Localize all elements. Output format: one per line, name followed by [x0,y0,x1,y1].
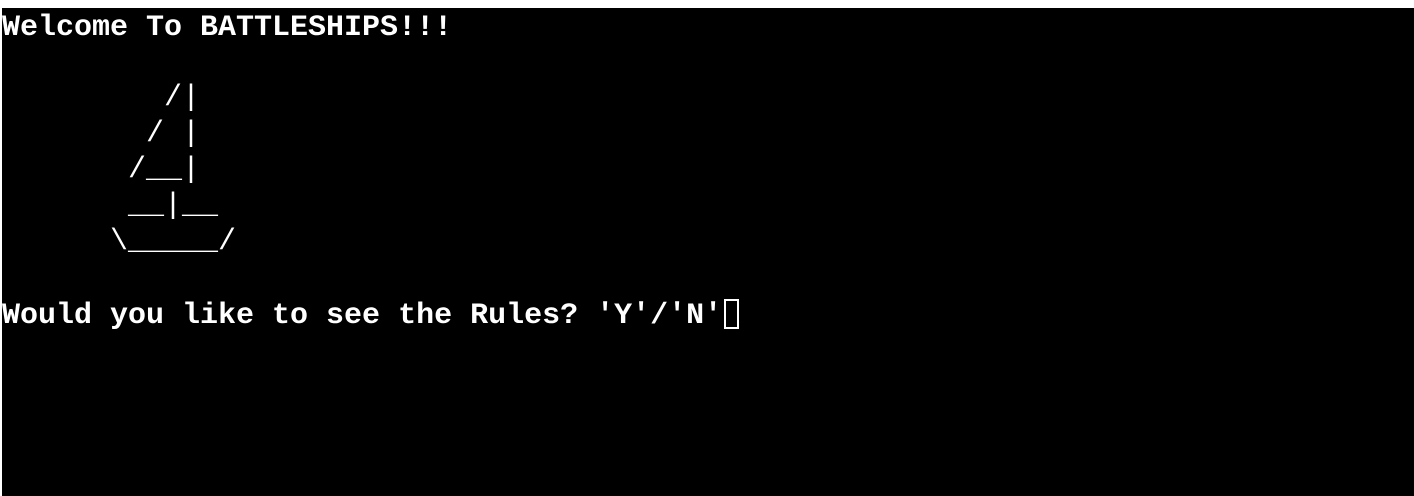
sailboat-ascii-art: /| / | /__| __|__ \_____/ [110,81,237,259]
welcome-message: Welcome To BATTLESHIPS!!! [2,11,453,45]
terminal-cursor[interactable] [724,299,740,329]
rules-prompt-text: Would you like to see the Rules? 'Y'/'N' [2,299,723,333]
rules-prompt-line: Would you like to see the Rules? 'Y'/'N' [2,298,740,334]
terminal-window[interactable]: Welcome To BATTLESHIPS!!! /| / | /__| __… [2,8,1414,496]
